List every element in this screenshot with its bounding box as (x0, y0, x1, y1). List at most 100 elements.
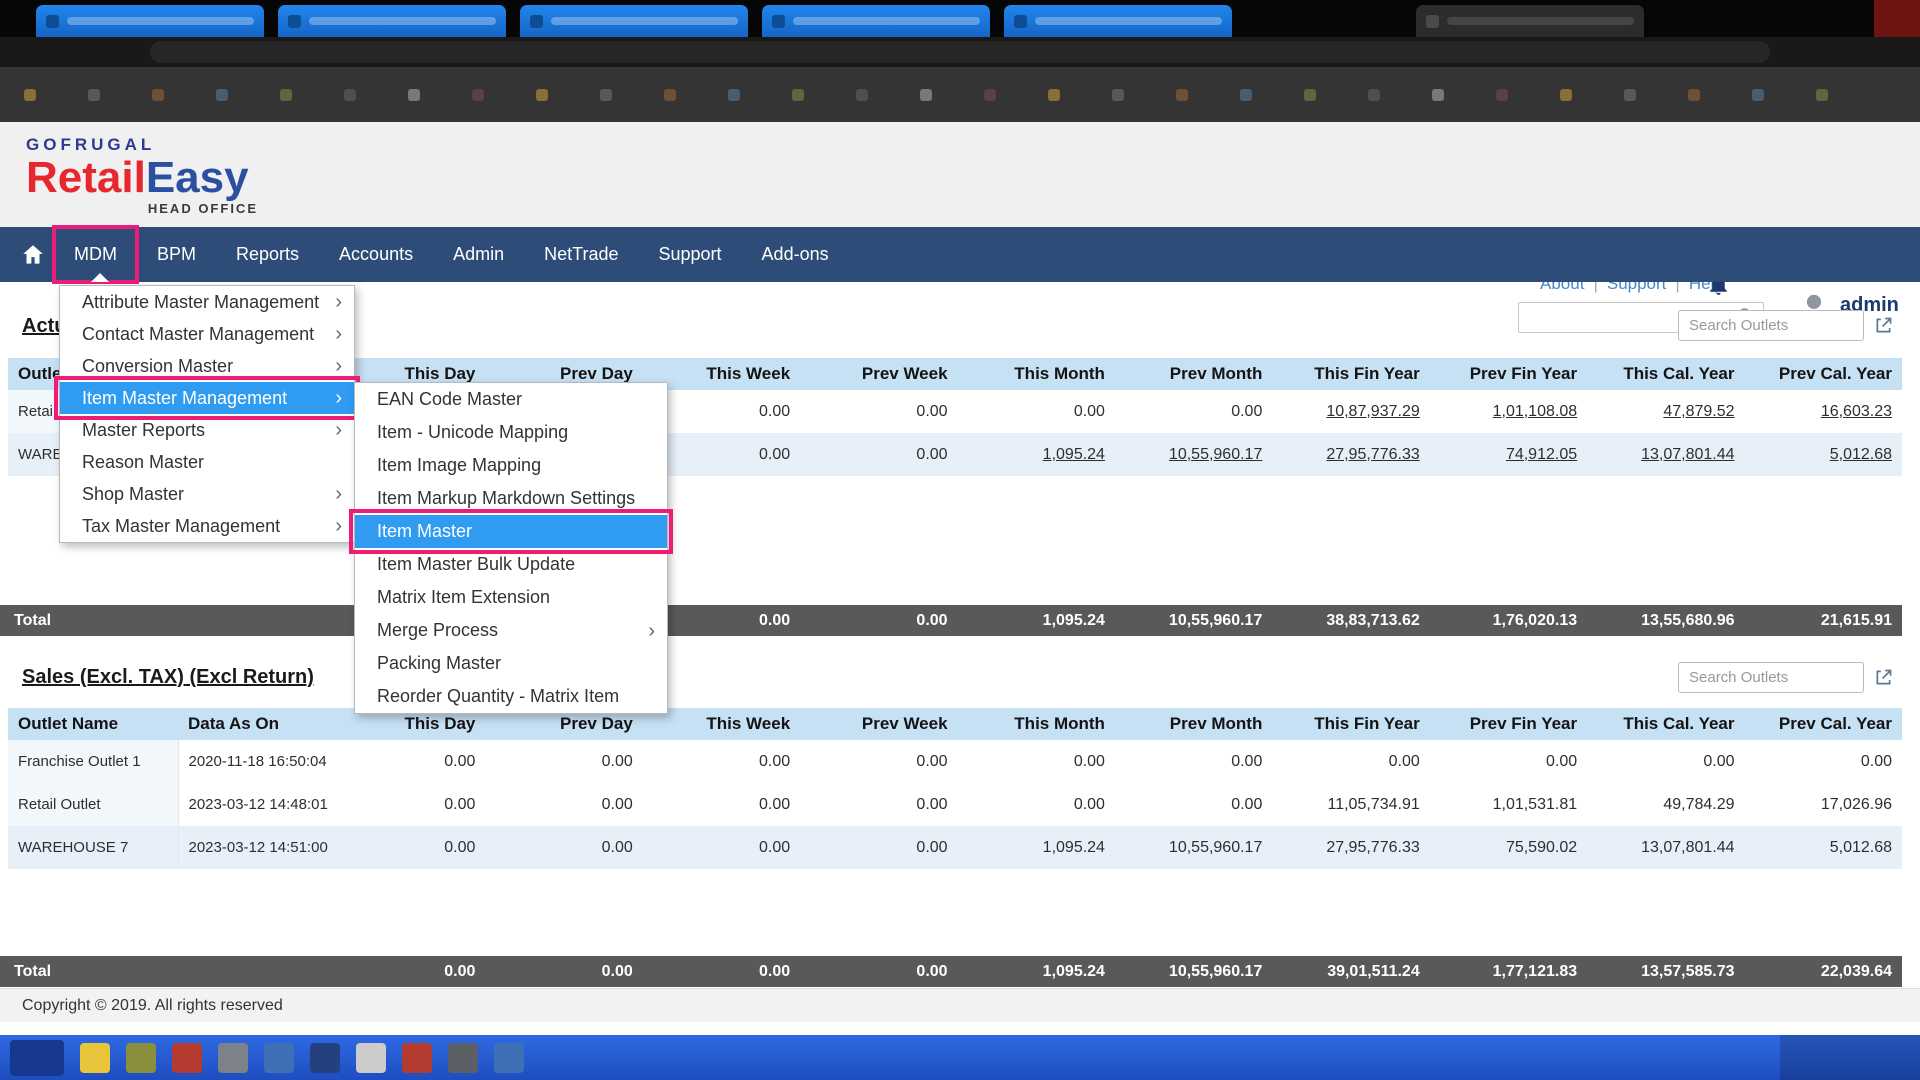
browser-close-icon[interactable] (1874, 0, 1920, 37)
menu-item-reason-master[interactable]: Reason Master (60, 446, 354, 478)
bookmark-icon[interactable] (1624, 89, 1636, 101)
value-cell: 27,95,776.33 (1272, 433, 1429, 476)
total-value-cell: 13,57,585.73 (1587, 956, 1744, 987)
bookmark-icon[interactable] (1176, 89, 1188, 101)
menu-item-shop-master[interactable]: Shop Master› (60, 478, 354, 510)
taskbar-icon[interactable] (264, 1043, 294, 1073)
value-link[interactable]: 5,012.68 (1830, 446, 1892, 463)
bookmark-icon[interactable] (1112, 89, 1124, 101)
start-button[interactable] (10, 1040, 64, 1076)
browser-tab[interactable] (278, 5, 506, 37)
menu-item-item-image-mapping[interactable]: Item Image Mapping (355, 449, 667, 482)
bookmark-icon[interactable] (1432, 89, 1444, 101)
expand-icon[interactable] (1873, 315, 1894, 336)
taskbar-icon[interactable] (172, 1043, 202, 1073)
bookmark-icon[interactable] (664, 89, 676, 101)
bookmark-icon[interactable] (1752, 89, 1764, 101)
bookmark-icon[interactable] (1688, 89, 1700, 101)
value-link[interactable]: 10,87,937.29 (1326, 403, 1419, 420)
browser-tab[interactable] (520, 5, 748, 37)
bookmark-icon[interactable] (1560, 89, 1572, 101)
nav-item-label: Admin (453, 244, 504, 265)
menu-item-attribute-master-management[interactable]: Attribute Master Management› (60, 286, 354, 318)
nav-item-add-ons[interactable]: Add-ons (742, 227, 849, 282)
taskbar-icon[interactable] (126, 1043, 156, 1073)
bookmark-icon[interactable] (472, 89, 484, 101)
menu-item-matrix-item-extension[interactable]: Matrix Item Extension (355, 581, 667, 614)
value-link[interactable]: 13,07,801.44 (1641, 446, 1734, 463)
bookmark-icon[interactable] (24, 89, 36, 101)
search-outlets-input[interactable] (1678, 310, 1864, 341)
bookmark-icon[interactable] (792, 89, 804, 101)
taskbar-icon[interactable] (402, 1043, 432, 1073)
bookmark-icon[interactable] (152, 89, 164, 101)
menu-item-tax-master-management[interactable]: Tax Master Management› (60, 510, 354, 542)
bookmark-icon[interactable] (1240, 89, 1252, 101)
nav-item-accounts[interactable]: Accounts (319, 227, 433, 282)
bookmark-icon[interactable] (88, 89, 100, 101)
menu-item-item-master-management[interactable]: Item Master Management› (60, 382, 354, 414)
taskbar-icon[interactable] (218, 1043, 248, 1073)
menu-item-label: Conversion Master (82, 356, 233, 377)
nav-item-reports[interactable]: Reports (216, 227, 319, 282)
nav-item-nettrade[interactable]: NetTrade (524, 227, 638, 282)
table-row: Franchise Outlet 12020-11-18 16:50:040.0… (8, 740, 1902, 783)
menu-item-label: Item Master (377, 521, 472, 542)
browser-tab[interactable] (36, 5, 264, 37)
menu-item-label: EAN Code Master (377, 389, 522, 410)
browser-tab[interactable] (762, 5, 990, 37)
taskbar-icon[interactable] (356, 1043, 386, 1073)
tab-title-placeholder (551, 17, 738, 25)
nav-item-support[interactable]: Support (639, 227, 742, 282)
bookmark-icon[interactable] (536, 89, 548, 101)
value-link[interactable]: 74,912.05 (1506, 446, 1577, 463)
taskbar-icon[interactable] (310, 1043, 340, 1073)
bookmark-icon[interactable] (920, 89, 932, 101)
menu-item-packing-master[interactable]: Packing Master (355, 647, 667, 680)
bookmark-icon[interactable] (1496, 89, 1508, 101)
menu-item-reorder-quantity-matrix-item[interactable]: Reorder Quantity - Matrix Item (355, 680, 667, 713)
menu-item-conversion-master[interactable]: Conversion Master› (60, 350, 354, 382)
nav-item-admin[interactable]: Admin (433, 227, 524, 282)
menu-item-item-unicode-mapping[interactable]: Item - Unicode Mapping (355, 416, 667, 449)
value-link[interactable]: 16,603.23 (1821, 403, 1892, 420)
value-link[interactable]: 1,01,108.08 (1493, 403, 1578, 420)
bookmark-icon[interactable] (216, 89, 228, 101)
menu-item-item-markup-markdown-settings[interactable]: Item Markup Markdown Settings (355, 482, 667, 515)
bookmark-icon[interactable] (1048, 89, 1060, 101)
value-link[interactable]: 1,095.24 (1043, 446, 1105, 463)
total-label: Total (0, 605, 328, 636)
browser-tab[interactable] (1004, 5, 1232, 37)
bookmark-icon[interactable] (344, 89, 356, 101)
bookmark-icon[interactable] (728, 89, 740, 101)
browser-tab[interactable] (1416, 5, 1644, 37)
menu-item-merge-process[interactable]: Merge Process› (355, 614, 667, 647)
bookmark-icon[interactable] (856, 89, 868, 101)
taskbar-icon[interactable] (448, 1043, 478, 1073)
nav-home[interactable] (12, 227, 54, 282)
menu-item-ean-code-master[interactable]: EAN Code Master (355, 383, 667, 416)
menu-item-contact-master-management[interactable]: Contact Master Management› (60, 318, 354, 350)
bookmark-icon[interactable] (408, 89, 420, 101)
bookmark-icon[interactable] (984, 89, 996, 101)
taskbar-icon[interactable] (494, 1043, 524, 1073)
menu-item-item-master-bulk-update[interactable]: Item Master Bulk Update (355, 548, 667, 581)
bookmark-icon[interactable] (1304, 89, 1316, 101)
nav-item-bpm[interactable]: BPM (137, 227, 216, 282)
expand-icon[interactable] (1873, 667, 1894, 688)
value-link[interactable]: 10,55,960.17 (1169, 446, 1262, 463)
taskbar-icon[interactable] (80, 1043, 110, 1073)
column-header-this-month: This Month (958, 708, 1115, 740)
menu-item-item-master[interactable]: Item Master (355, 515, 667, 548)
bookmark-icon[interactable] (1368, 89, 1380, 101)
value-link[interactable]: 47,879.52 (1663, 403, 1734, 420)
bookmark-icon[interactable] (280, 89, 292, 101)
value-cell: 11,05,734.91 (1272, 783, 1429, 826)
bookmark-icon[interactable] (1816, 89, 1828, 101)
url-field[interactable] (150, 41, 1770, 63)
value-cell: 0.00 (1115, 783, 1272, 826)
menu-item-master-reports[interactable]: Master Reports› (60, 414, 354, 446)
search-outlets-input[interactable] (1678, 662, 1864, 693)
bookmark-icon[interactable] (600, 89, 612, 101)
value-link[interactable]: 27,95,776.33 (1326, 446, 1419, 463)
